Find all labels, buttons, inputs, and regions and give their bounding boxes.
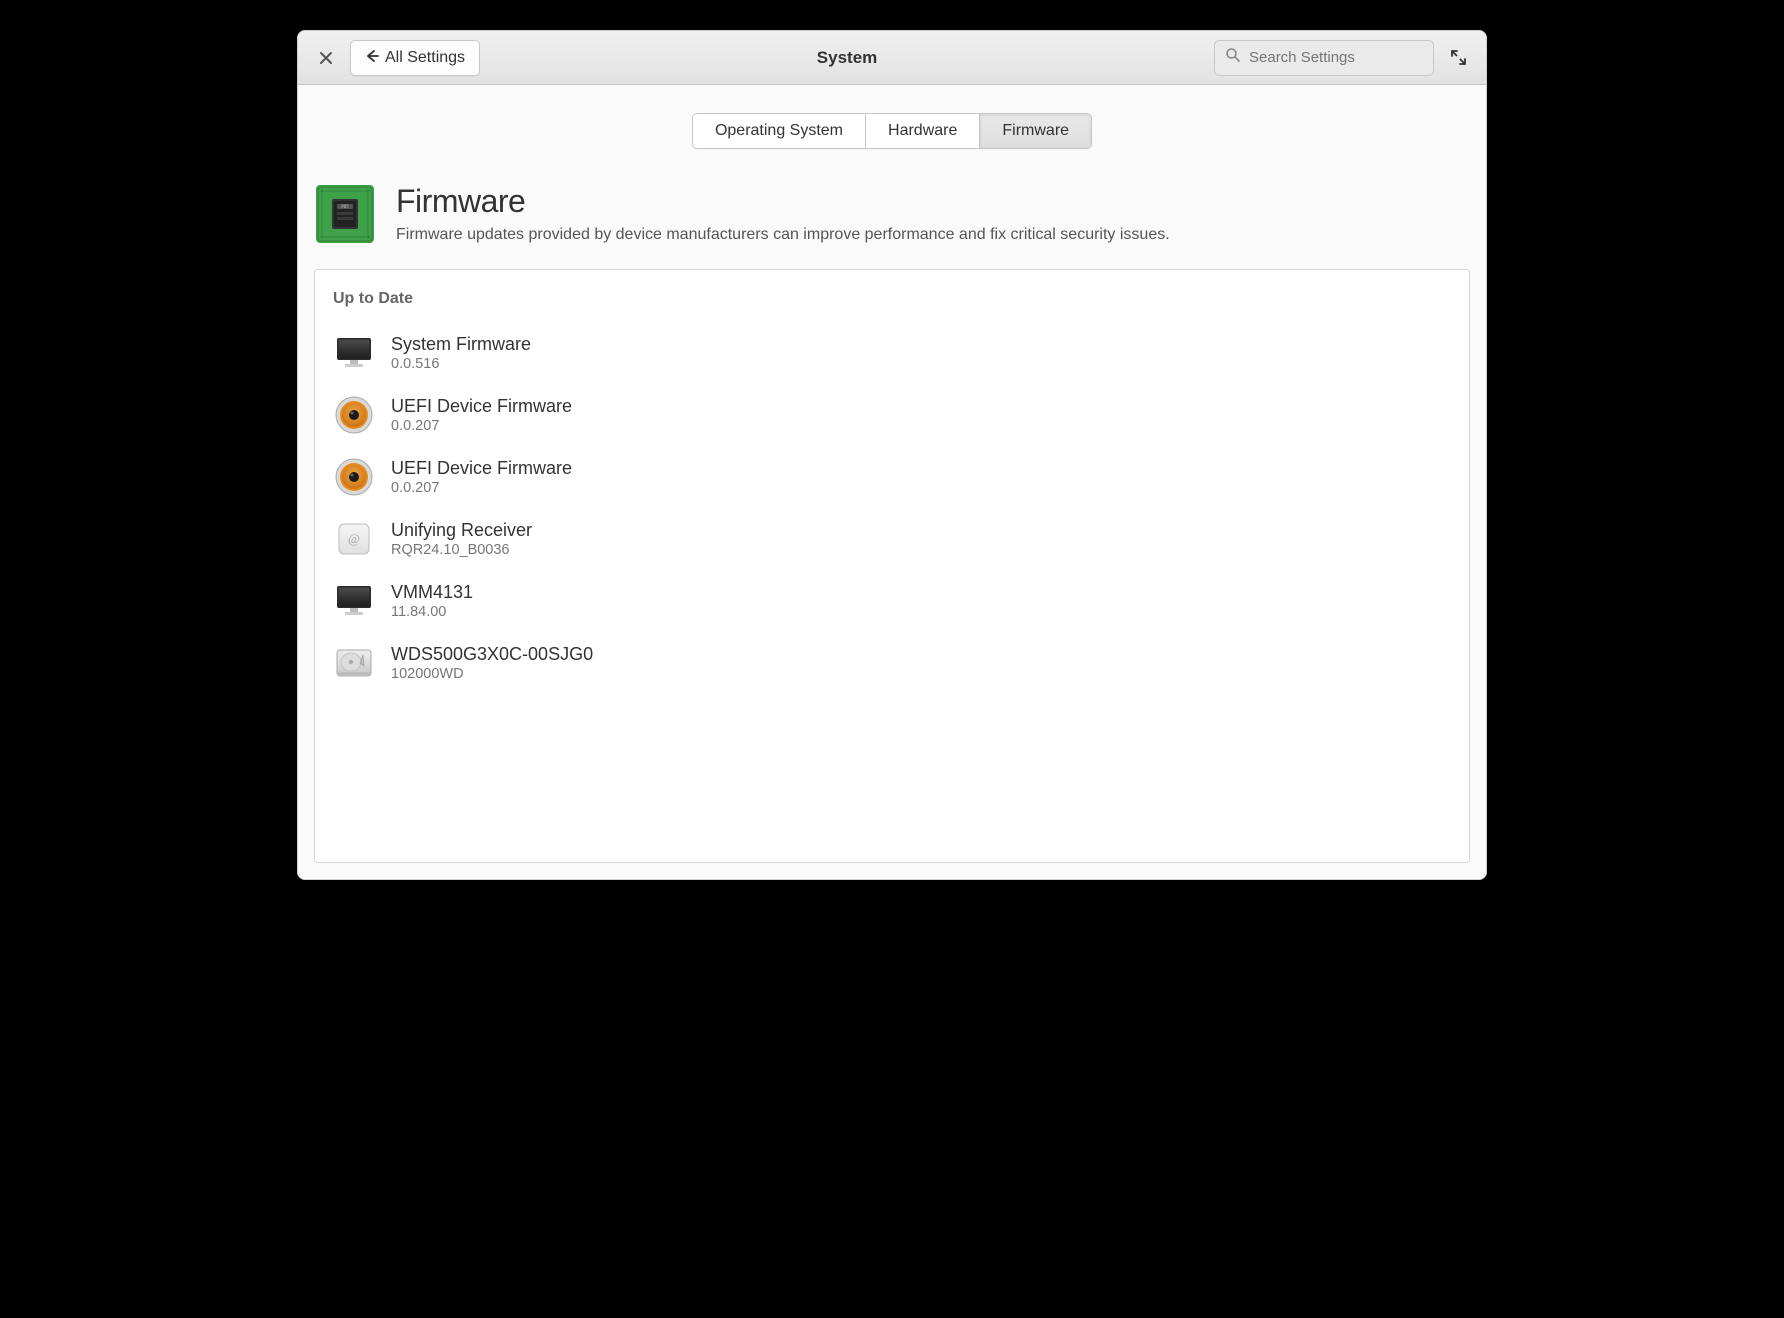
maximize-icon: [1451, 50, 1466, 65]
device-version: 102000WD: [391, 666, 593, 682]
content-area: Operating System Hardware Firmware: [298, 85, 1486, 879]
svg-text:@: @: [348, 531, 360, 546]
device-version: RQR24.10_B0036: [391, 542, 532, 558]
device-row[interactable]: WDS500G3X0C-00SJG0102000WD: [333, 632, 1451, 694]
close-icon: [319, 51, 333, 65]
device-name: UEFI Device Firmware: [391, 458, 572, 479]
tab-hardware[interactable]: Hardware: [865, 114, 979, 148]
all-settings-button[interactable]: All Settings: [350, 40, 480, 76]
receiver-icon: @: [333, 518, 375, 560]
device-version: 0.0.207: [391, 480, 572, 496]
tab-firmware[interactable]: Firmware: [979, 114, 1091, 148]
svg-text:P85: P85: [341, 204, 349, 209]
monitor-icon: [333, 332, 375, 374]
back-button-label: All Settings: [385, 49, 465, 67]
device-text: UEFI Device Firmware0.0.207: [391, 396, 572, 434]
device-text: System Firmware0.0.516: [391, 334, 531, 372]
device-list: System Firmware0.0.516 UEFI Device Firmw…: [333, 322, 1451, 694]
tab-bar: Operating System Hardware Firmware: [314, 85, 1470, 167]
settings-window: All Settings System Operating System Har…: [297, 30, 1487, 880]
device-row[interactable]: UEFI Device Firmware0.0.207: [333, 446, 1451, 508]
page-subtitle: Firmware updates provided by device manu…: [396, 226, 1170, 244]
maximize-button[interactable]: [1444, 44, 1472, 72]
device-row[interactable]: @ Unifying ReceiverRQR24.10_B0036: [333, 508, 1451, 570]
device-version: 0.0.516: [391, 356, 531, 372]
hero: P85 Firmware Firmware updates provided b…: [314, 167, 1470, 269]
device-text: UEFI Device Firmware0.0.207: [391, 458, 572, 496]
monitor-icon: [333, 580, 375, 622]
search-field[interactable]: [1214, 40, 1434, 76]
device-version: 11.84.00: [391, 604, 473, 620]
device-text: VMM413111.84.00: [391, 582, 473, 620]
device-name: Unifying Receiver: [391, 520, 532, 541]
window-title: System: [490, 48, 1204, 68]
tab-operating-system[interactable]: Operating System: [693, 114, 865, 148]
search-input[interactable]: [1249, 49, 1448, 66]
device-name: WDS500G3X0C-00SJG0: [391, 644, 593, 665]
device-name: VMM4131: [391, 582, 473, 603]
page-title: Firmware: [396, 183, 1170, 220]
device-name: UEFI Device Firmware: [391, 396, 572, 417]
device-text: Unifying ReceiverRQR24.10_B0036: [391, 520, 532, 558]
speaker-icon: [333, 394, 375, 436]
back-arrow-icon: [365, 48, 379, 68]
speaker-icon: [333, 456, 375, 498]
device-name: System Firmware: [391, 334, 531, 355]
devices-panel: Up to Date System Firmware0.0.516 UEFI D…: [314, 269, 1470, 863]
device-text: WDS500G3X0C-00SJG0102000WD: [391, 644, 593, 682]
tabs-group: Operating System Hardware Firmware: [692, 113, 1092, 149]
firmware-chip-icon: P85: [314, 183, 376, 245]
device-row[interactable]: VMM413111.84.00: [333, 570, 1451, 632]
section-up-to-date: Up to Date: [333, 290, 1451, 308]
device-row[interactable]: System Firmware0.0.516: [333, 322, 1451, 384]
headerbar: All Settings System: [298, 31, 1486, 85]
device-row[interactable]: UEFI Device Firmware0.0.207: [333, 384, 1451, 446]
drive-icon: [333, 642, 375, 684]
hero-text: Firmware Firmware updates provided by de…: [396, 183, 1170, 245]
search-icon: [1225, 47, 1241, 68]
close-button[interactable]: [312, 44, 340, 72]
device-version: 0.0.207: [391, 418, 572, 434]
